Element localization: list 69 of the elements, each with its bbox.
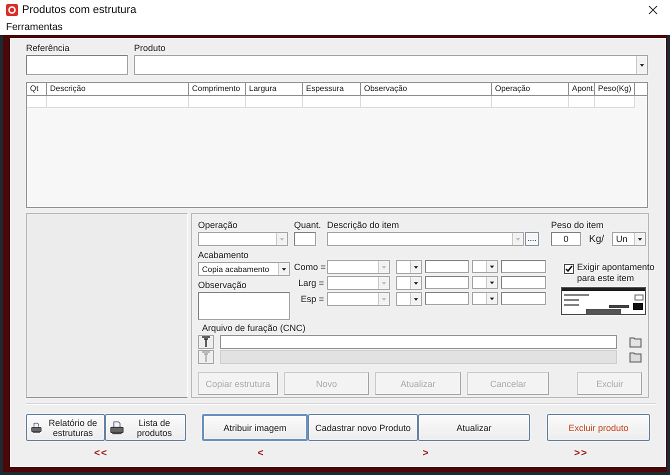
quantity-field[interactable]: [294, 232, 316, 246]
dimension-value-field[interactable]: [501, 292, 546, 305]
field-label: Produto: [134, 43, 167, 53]
dimension-field[interactable]: [327, 276, 390, 290]
dimension-value-field[interactable]: [501, 276, 546, 289]
dimension-value-field[interactable]: [425, 292, 469, 305]
field-label: Descrição do item: [327, 220, 400, 230]
column-header: Comprimento: [189, 83, 246, 95]
field-label: Observação: [198, 280, 248, 290]
delete-product-button[interactable]: Excluir produto: [547, 414, 650, 441]
window-title: Produtos com estrutura: [22, 4, 138, 16]
printer-icon: [110, 418, 124, 436]
navigation-button[interactable]: <: [251, 448, 271, 459]
field-label: Arquivo de furação (CNC): [202, 323, 307, 333]
dimension-value-field[interactable]: [501, 260, 546, 273]
column-header: Observação: [361, 83, 492, 95]
folder-icon[interactable]: [629, 351, 642, 363]
file-path-field[interactable]: [220, 335, 617, 349]
dimension-unit-field[interactable]: [396, 260, 422, 274]
field-label: Referência: [26, 43, 71, 53]
dimension-label: Esp =: [300, 294, 324, 304]
dimension-unit-field[interactable]: [472, 276, 498, 289]
unit-field[interactable]: Un: [612, 232, 646, 246]
dimension-field[interactable]: [327, 260, 390, 274]
finish-field[interactable]: Copia acabamento: [198, 262, 290, 276]
action-button[interactable]: Atribuir imagem: [202, 414, 308, 441]
tool-icon: [200, 336, 211, 348]
dimension-unit-field[interactable]: [396, 292, 422, 306]
app-logo-icon: [6, 4, 18, 16]
menu-item[interactable]: Ferramentas: [6, 22, 63, 33]
column-header: Qt: [27, 83, 47, 95]
column-header: Operação: [492, 83, 569, 95]
unit-label: Kg/: [589, 234, 604, 244]
column-header: Apont.: [569, 83, 595, 95]
operation-field[interactable]: [198, 232, 288, 246]
navigation-button[interactable]: >: [416, 448, 436, 459]
product-field[interactable]: [134, 55, 648, 75]
report-button[interactable]: Lista de produtos: [105, 414, 186, 441]
navigation-button[interactable]: <<: [91, 448, 111, 459]
weight-field[interactable]: 0: [551, 232, 582, 246]
column-header: Espessura: [303, 83, 361, 95]
column-header: Descrição: [47, 83, 189, 95]
tool-button[interactable]: [198, 335, 214, 349]
dimension-field[interactable]: [327, 292, 390, 306]
dimension-label: Como =: [294, 262, 324, 272]
dimension-label: Larg =: [297, 278, 324, 288]
folder-icon[interactable]: [629, 336, 642, 348]
dimension-value-field[interactable]: [425, 260, 469, 273]
field-label: Acabamento: [198, 250, 250, 260]
dimension-value-field[interactable]: [425, 276, 469, 289]
report-button[interactable]: Relatório de estruturas: [26, 414, 105, 441]
checkbox[interactable]: [564, 264, 574, 274]
navigation-button[interactable]: >>: [571, 448, 591, 459]
field-label: Quant.: [294, 220, 322, 230]
column-header: Largura: [246, 83, 303, 95]
dimension-unit-field[interactable]: [396, 276, 422, 290]
field-label: Operação: [198, 220, 239, 230]
description-field[interactable]: [327, 232, 524, 246]
column-header: Peso(Kg): [595, 83, 635, 95]
close-icon[interactable]: [648, 5, 658, 15]
action-button[interactable]: Atualizar: [418, 414, 530, 441]
note-field[interactable]: [198, 292, 290, 320]
dimension-unit-field[interactable]: [472, 260, 498, 273]
reference-field[interactable]: [26, 55, 128, 75]
action-button[interactable]: Cadastrar novo Produto: [308, 414, 418, 441]
dimension-unit-field[interactable]: [472, 292, 498, 305]
field-label: Peso do item: [551, 220, 605, 230]
tool-icon: [200, 351, 211, 363]
checkbox-label: Exigir apontamento para este item: [577, 262, 655, 284]
